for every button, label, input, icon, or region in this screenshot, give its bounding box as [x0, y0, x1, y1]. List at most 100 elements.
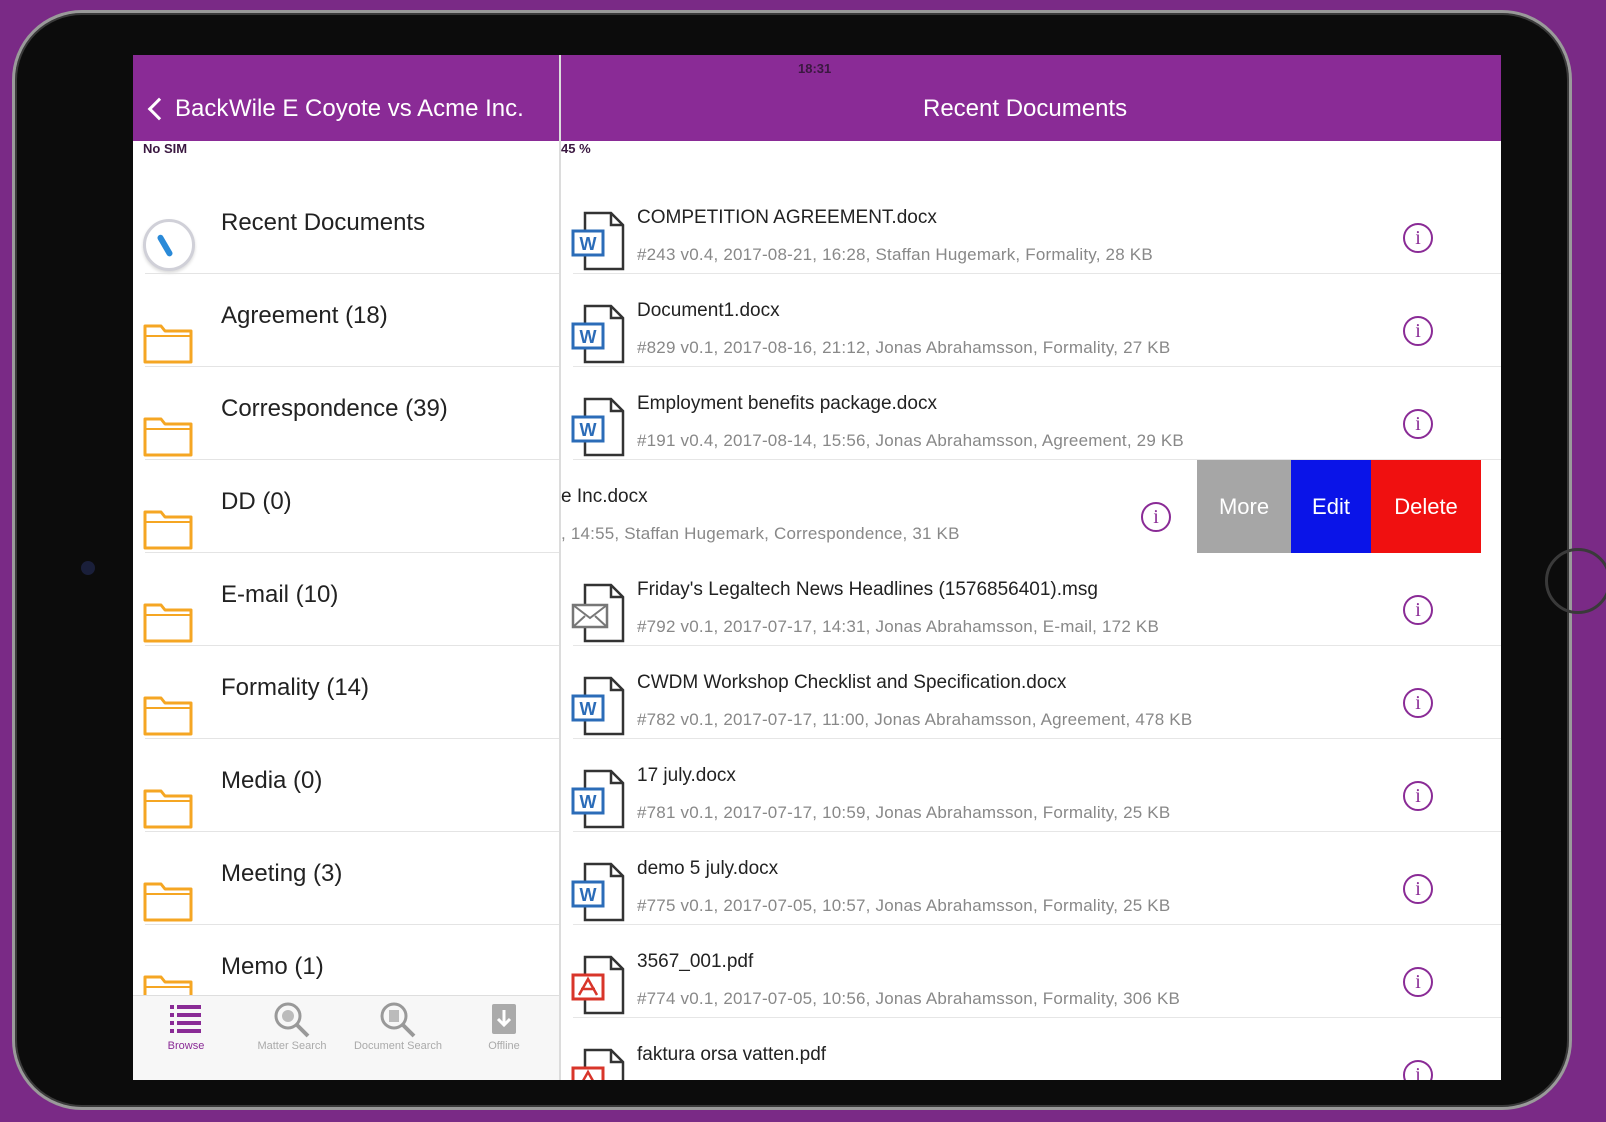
document-search-icon	[380, 1002, 416, 1038]
sidebar-item-label: Correspondence (39)	[221, 395, 448, 422]
tab-document-search[interactable]: Document Search	[345, 996, 451, 1080]
sidebar-item-formality[interactable]: Formality (14)	[133, 646, 559, 739]
document-title: faktura orsa vatten.pdf	[637, 1044, 827, 1065]
document-meta: #782 v0.1, 2017-07-17, 11:00, Jonas Abra…	[637, 710, 1193, 729]
document-meta: #781 v0.1, 2017-07-17, 10:59, Jonas Abra…	[637, 803, 1171, 822]
document-row[interactable]: faktura orsa vatten.pdf i	[561, 1018, 1501, 1080]
sidebar-item-label: E-mail (10)	[221, 581, 339, 608]
sidebar-item-label: Agreement (18)	[221, 302, 388, 329]
tab-label: Offline	[488, 1040, 520, 1052]
document-row[interactable]: W COMPETITION AGREEMENT.docx #243 v0.4, …	[561, 181, 1501, 274]
document-title: Document1.docx	[637, 300, 780, 321]
document-row[interactable]: W CWDM Workshop Checklist and Specificat…	[561, 646, 1501, 739]
document-row-swiped[interactable]: e Inc.docx , 14:55, Staffan Hugemark, Co…	[561, 460, 1501, 553]
home-button[interactable]	[1545, 548, 1606, 614]
camera	[81, 561, 95, 575]
edit-button[interactable]: Edit	[1291, 460, 1371, 553]
swipe-actions: More Edit Delete	[1197, 460, 1481, 553]
word-document-icon: W	[571, 397, 625, 457]
svg-text:W: W	[580, 699, 597, 719]
document-title: demo 5 july.docx	[637, 858, 779, 879]
info-icon[interactable]: i	[1403, 409, 1433, 439]
word-document-icon: W	[571, 304, 625, 364]
svg-text:W: W	[580, 885, 597, 905]
info-icon[interactable]: i	[1141, 502, 1171, 532]
pdf-document-icon	[571, 955, 625, 1015]
document-row[interactable]: Friday's Legaltech News Headlines (15768…	[561, 553, 1501, 646]
document-row[interactable]: W Employment benefits package.docx #191 …	[561, 367, 1501, 460]
more-button[interactable]: More	[1197, 460, 1291, 553]
tab-offline[interactable]: Offline	[451, 996, 557, 1080]
document-meta: #829 v0.1, 2017-08-16, 21:12, Jonas Abra…	[637, 338, 1171, 357]
back-button[interactable]: Back	[145, 95, 228, 123]
navigation-bar: No SIM 18:31 45 % Back Wile E Coyote vs …	[133, 55, 1501, 156]
folder-icon	[143, 789, 193, 829]
back-label: Back	[175, 95, 229, 122]
document-title: 3567_001.pdf	[637, 951, 754, 972]
search-icon	[274, 1002, 310, 1038]
info-icon[interactable]: i	[1403, 223, 1433, 253]
sidebar-item-meeting[interactable]: Meeting (3)	[133, 832, 559, 925]
tab-browse[interactable]: Browse	[133, 996, 239, 1080]
document-list: W COMPETITION AGREEMENT.docx #243 v0.4, …	[561, 141, 1501, 1080]
svg-text:W: W	[580, 327, 597, 347]
document-title: Friday's Legaltech News Headlines (15768…	[637, 579, 1098, 600]
tab-label: Matter Search	[257, 1040, 327, 1052]
document-row[interactable]: W demo 5 july.docx #775 v0.1, 2017-07-05…	[561, 832, 1501, 925]
sidebar-item-correspondence[interactable]: Correspondence (39)	[133, 367, 559, 460]
info-icon[interactable]: i	[1403, 595, 1433, 625]
sidebar-item-label: Formality (14)	[221, 674, 370, 701]
folder-icon	[143, 882, 193, 922]
tab-label: Browse	[167, 1040, 205, 1052]
sidebar-item-dd[interactable]: DD (0)	[133, 460, 559, 553]
document-row[interactable]: 3567_001.pdf #774 v0.1, 2017-07-05, 10:5…	[561, 925, 1501, 1018]
sidebar-item-label: Recent Documents	[221, 209, 426, 236]
document-meta: , 14:55, Staffan Hugemark, Correspondenc…	[561, 524, 960, 543]
tab-label: Document Search	[353, 1040, 443, 1052]
sidebar-item-label: DD (0)	[221, 488, 292, 515]
word-document-icon: W	[571, 211, 625, 271]
svg-text:W: W	[580, 234, 597, 254]
info-icon[interactable]: i	[1403, 874, 1433, 904]
document-title: COMPETITION AGREEMENT.docx	[637, 207, 937, 228]
folder-icon	[143, 324, 193, 364]
document-row[interactable]: W 17 july.docx #781 v0.1, 2017-07-17, 10…	[561, 739, 1501, 832]
info-icon[interactable]: i	[1403, 781, 1433, 811]
app-screen: No SIM 18:31 45 % Back Wile E Coyote vs …	[133, 55, 1501, 1080]
clock-status: 18:31	[798, 61, 832, 76]
pdf-document-icon	[571, 1048, 625, 1080]
delete-button[interactable]: Delete	[1371, 460, 1481, 553]
info-icon[interactable]: i	[1403, 316, 1433, 346]
document-meta: #775 v0.1, 2017-07-05, 10:57, Jonas Abra…	[637, 896, 1171, 915]
clock-icon	[143, 219, 195, 271]
document-meta: #792 v0.1, 2017-07-17, 14:31, Jonas Abra…	[637, 617, 1159, 636]
email-document-icon	[571, 583, 625, 643]
matter-title: Wile E Coyote vs Acme Inc.	[229, 95, 524, 122]
document-meta: #191 v0.4, 2017-08-14, 15:56, Jonas Abra…	[637, 431, 1184, 450]
sidebar-item-label: Meeting (3)	[221, 860, 343, 887]
folder-icon	[143, 417, 193, 457]
folder-icon	[143, 510, 193, 550]
list-icon	[170, 1005, 201, 1033]
info-icon[interactable]: i	[1403, 1060, 1433, 1080]
info-icon[interactable]: i	[1403, 967, 1433, 997]
document-title: e Inc.docx	[561, 486, 648, 507]
tab-bar: Browse Matter Search Document Search Off…	[133, 995, 559, 1080]
sidebar-item-recent-documents[interactable]: Recent Documents	[133, 181, 559, 274]
document-title: 17 july.docx	[637, 765, 736, 786]
document-title: Employment benefits package.docx	[637, 393, 937, 414]
download-icon	[492, 1004, 516, 1034]
svg-text:W: W	[580, 792, 597, 812]
document-meta: #774 v0.1, 2017-07-05, 10:56, Jonas Abra…	[637, 989, 1181, 1008]
document-row[interactable]: W Document1.docx #829 v0.1, 2017-08-16, …	[561, 274, 1501, 367]
sidebar-item-media[interactable]: Media (0)	[133, 739, 559, 832]
document-title: CWDM Workshop Checklist and Specificatio…	[637, 672, 1067, 693]
sidebar-item-agreement[interactable]: Agreement (18)	[133, 274, 559, 367]
word-document-icon: W	[571, 862, 625, 922]
tab-matter-search[interactable]: Matter Search	[239, 996, 345, 1080]
info-icon[interactable]: i	[1403, 688, 1433, 718]
page-title: Recent Documents	[923, 95, 1128, 122]
sidebar-item-email[interactable]: E-mail (10)	[133, 553, 559, 646]
sidebar-item-label: Media (0)	[221, 767, 323, 794]
folder-icon	[143, 696, 193, 736]
